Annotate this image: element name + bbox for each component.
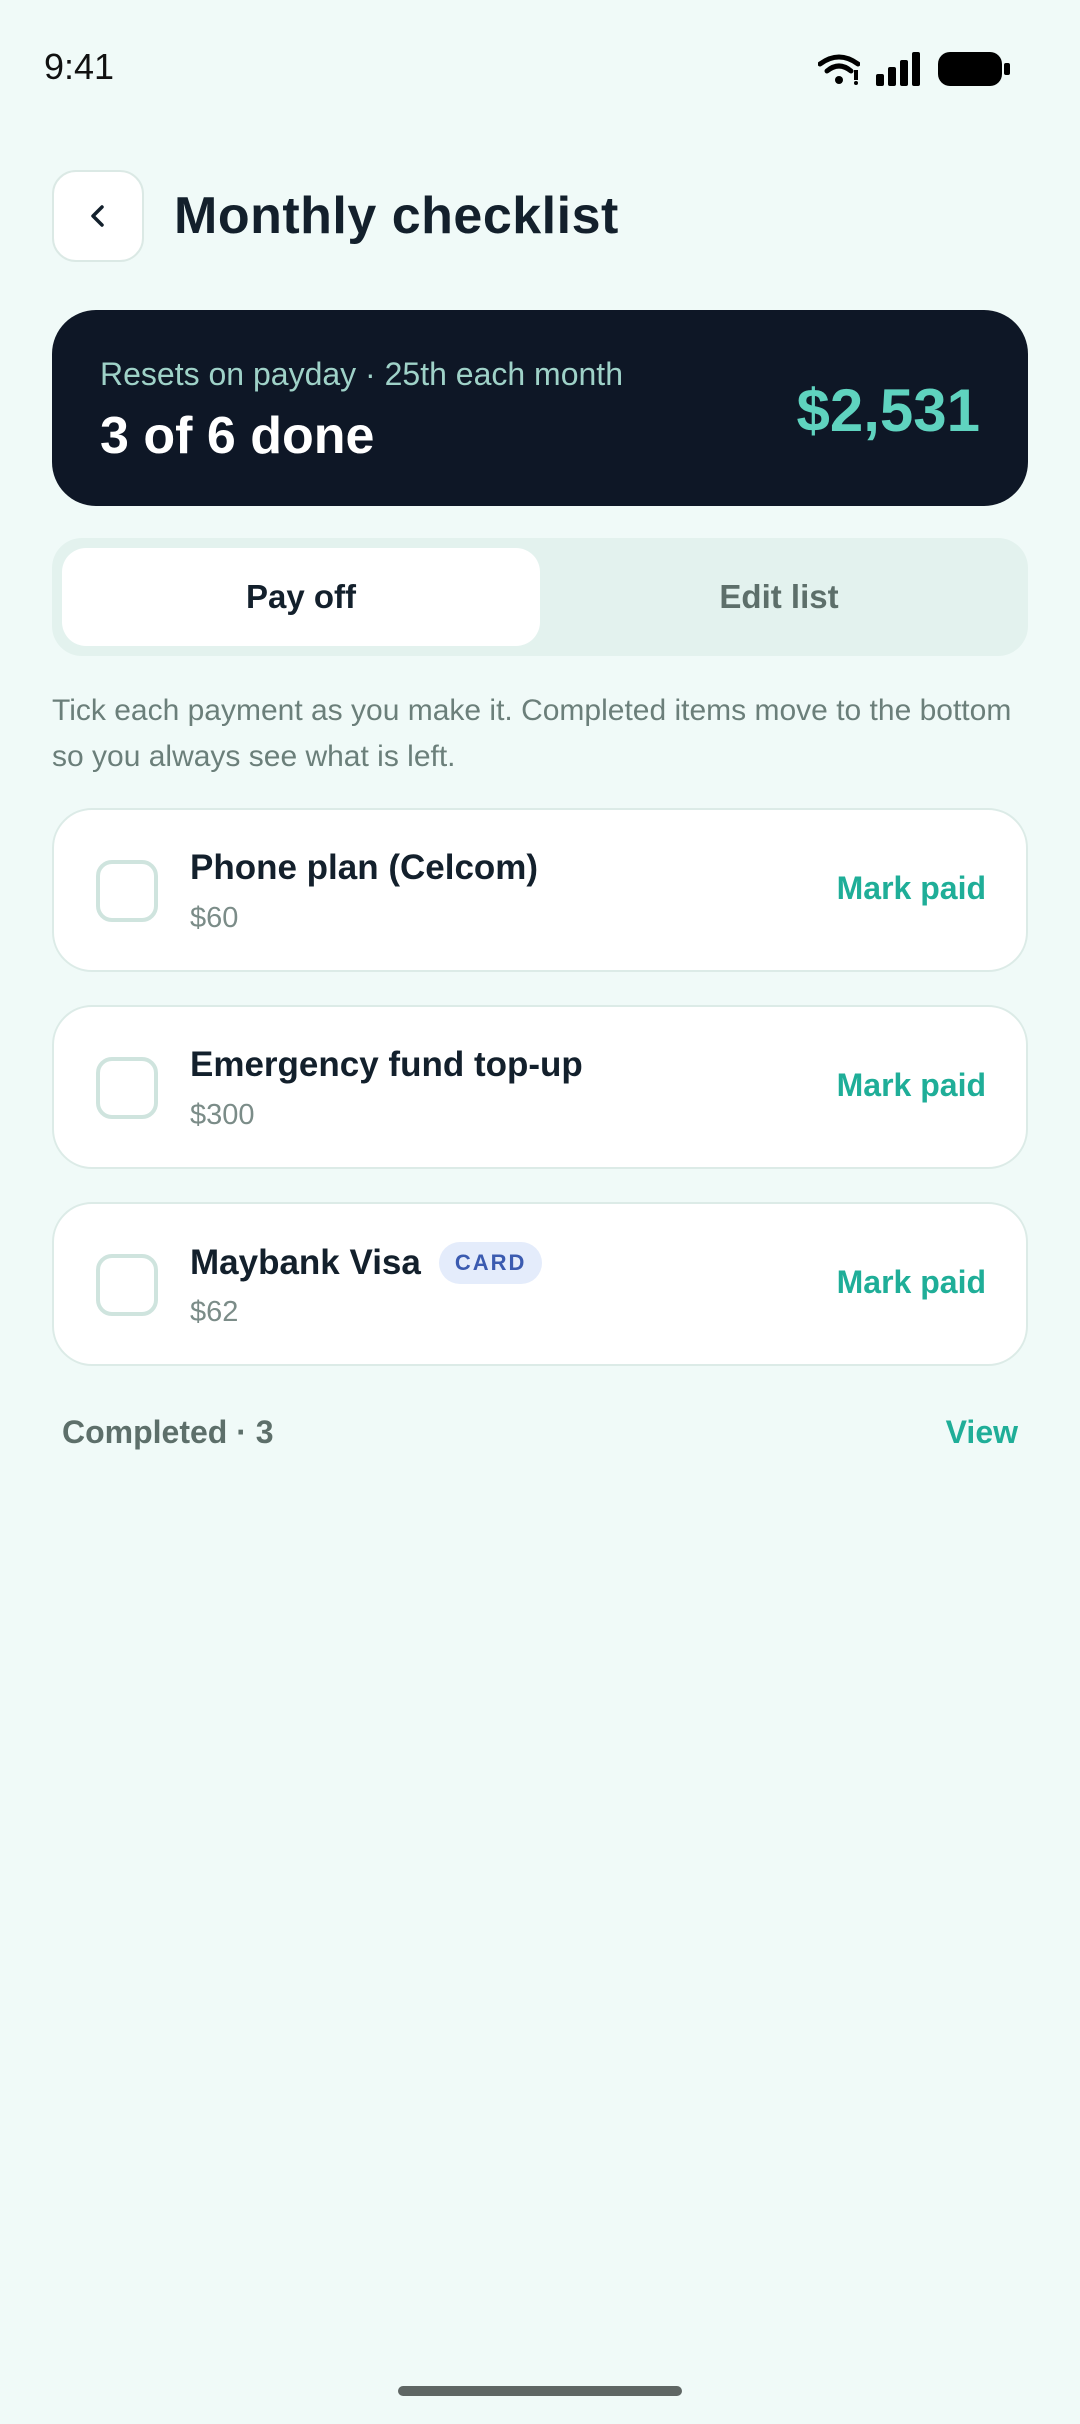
item-amount: $300 xyxy=(190,1099,255,1131)
status-bar: 9:41 xyxy=(0,0,1080,140)
home-indicator xyxy=(398,2386,682,2396)
item-amount: $60 xyxy=(190,902,239,934)
item-amount: $62 xyxy=(190,1296,239,1328)
helper-text: Tick each payment as you make it. Comple… xyxy=(52,694,1012,773)
item-name: Phone plan (Celcom) xyxy=(190,848,538,888)
status-icons xyxy=(818,52,1010,86)
summary-progress: 3 of 6 done xyxy=(100,407,375,465)
item-name-text: Emergency fund top-up xyxy=(190,1045,583,1084)
list-item: Maybank Visa CARD $62 Mark paid xyxy=(52,1202,1028,1366)
mark-paid-button[interactable]: Mark paid xyxy=(837,1067,986,1104)
wifi-icon xyxy=(818,54,860,85)
tab-pay-off[interactable]: Pay off xyxy=(62,548,540,646)
back-button[interactable] xyxy=(52,170,144,262)
item-checkbox[interactable] xyxy=(96,1254,158,1316)
checklist: Phone plan (Celcom) $60 Mark paid Emerge… xyxy=(52,808,1028,1399)
item-checkbox[interactable] xyxy=(96,1057,158,1119)
mark-paid-button[interactable]: Mark paid xyxy=(837,1264,986,1301)
item-name: Maybank Visa CARD xyxy=(190,1242,543,1284)
item-checkbox[interactable] xyxy=(96,860,158,922)
list-item: Phone plan (Celcom) $60 Mark paid xyxy=(52,808,1028,972)
mark-paid-button[interactable]: Mark paid xyxy=(837,870,986,907)
summary-card: Resets on payday · 25th each month 3 of … xyxy=(52,310,1028,506)
item-name-text: Phone plan (Celcom) xyxy=(190,848,539,887)
battery-icon xyxy=(938,52,1010,86)
tab-edit-list[interactable]: Edit list xyxy=(540,548,1018,646)
summary-amount: $2,531 xyxy=(796,377,980,444)
header: Monthly checklist xyxy=(52,168,619,264)
view-completed-link[interactable]: View xyxy=(946,1414,1018,1451)
item-name-text: Maybank Visa xyxy=(190,1243,421,1282)
completed-label: Completed · 3 xyxy=(62,1414,274,1450)
status-time: 9:41 xyxy=(44,46,115,87)
segmented-control: Pay off Edit list xyxy=(52,538,1028,656)
completed-row: Completed · 3 View xyxy=(62,1414,1018,1451)
list-item: Emergency fund top-up $300 Mark paid xyxy=(52,1005,1028,1169)
chevron-left-icon xyxy=(91,205,104,227)
page-title: Monthly checklist xyxy=(174,187,619,245)
item-name: Emergency fund top-up xyxy=(190,1045,583,1085)
card-badge: CARD xyxy=(438,1242,543,1284)
summary-subtitle: Resets on payday · 25th each month xyxy=(100,356,623,392)
signal-icon xyxy=(876,52,920,86)
